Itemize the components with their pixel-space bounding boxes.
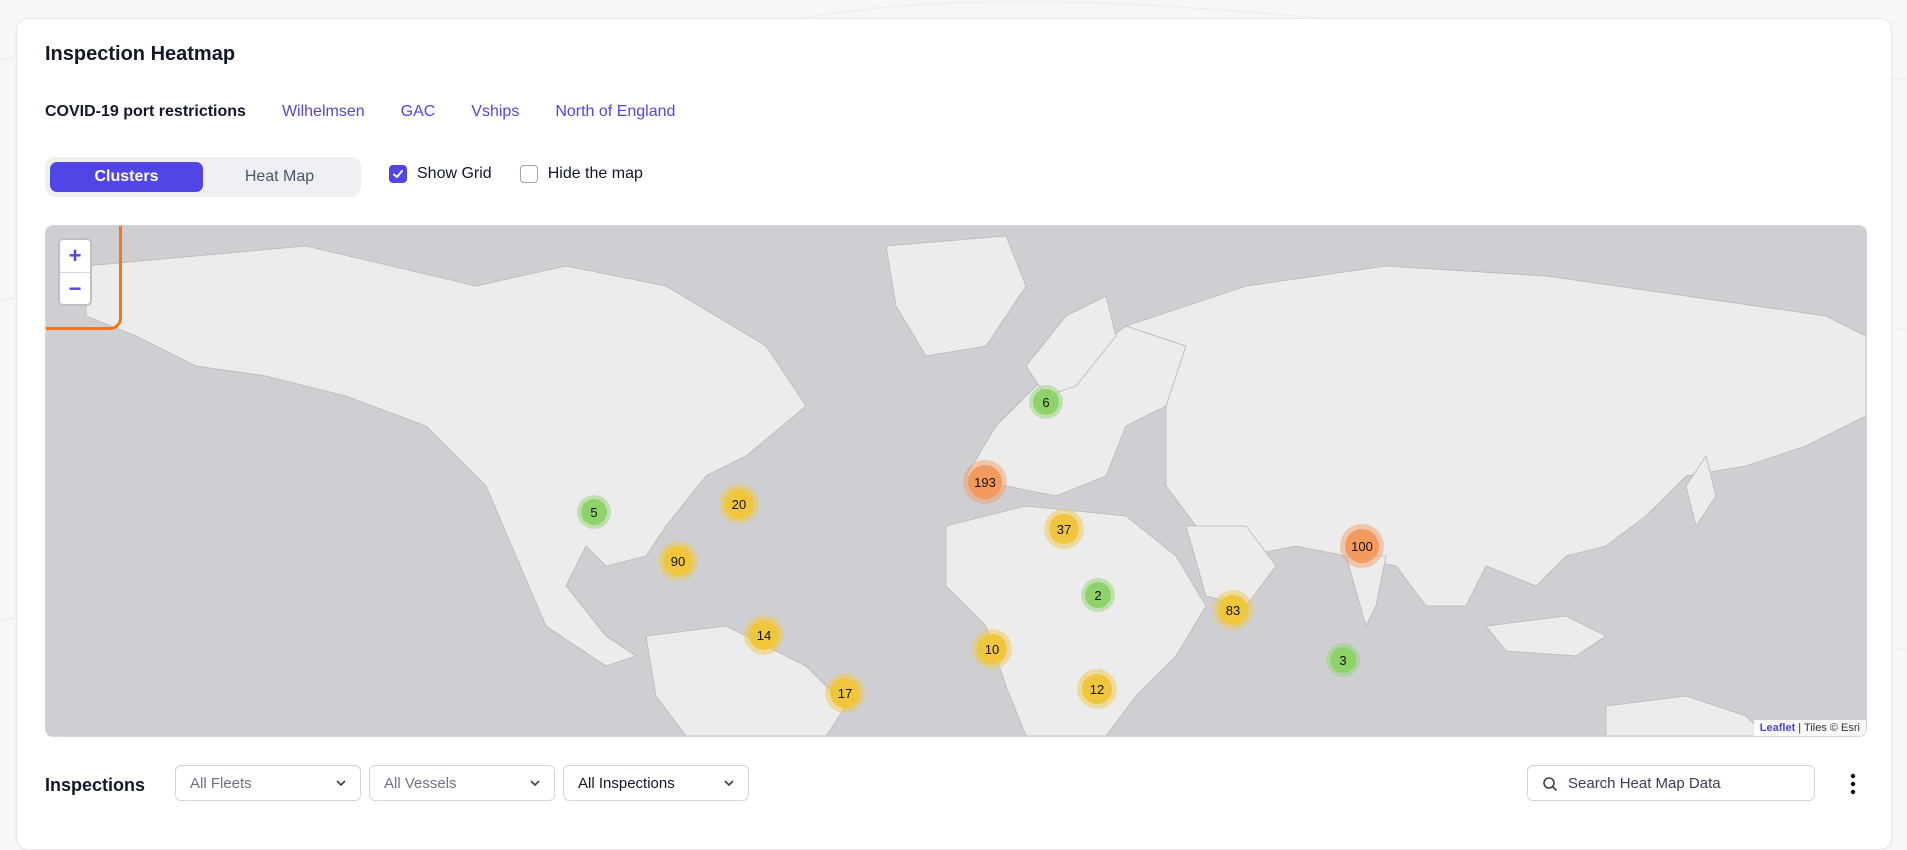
fleets-dropdown[interactable]: All Fleets	[175, 765, 361, 801]
map-cluster-marker[interactable]: 5	[577, 495, 611, 529]
more-options-icon[interactable]	[1849, 773, 1857, 795]
link-gac[interactable]: GAC	[401, 103, 436, 121]
chevron-down-icon	[530, 780, 540, 787]
map-cluster-marker[interactable]: 100	[1340, 524, 1384, 568]
cluster-count: 17	[830, 678, 860, 708]
map-cluster-marker[interactable]: 37	[1044, 509, 1084, 549]
hide-map-checkbox[interactable]: Hide the map	[519, 165, 643, 183]
world-map[interactable]: + − 6 193 5 20 90 37 100 2 83 14 10 3 12 17 Leaflet |…	[45, 225, 1867, 737]
cluster-count: 10	[977, 634, 1007, 664]
search-input[interactable]: Search Heat Map Data	[1527, 765, 1815, 801]
vessels-dropdown[interactable]: All Vessels	[369, 765, 555, 801]
heatmap-tab[interactable]: Heat Map	[203, 162, 356, 192]
map-cluster-marker[interactable]: 6	[1029, 385, 1063, 419]
map-cluster-marker[interactable]: 14	[744, 615, 784, 655]
inspections-type-dropdown[interactable]: All Inspections	[563, 765, 749, 801]
page-title: Inspection Heatmap	[45, 43, 236, 65]
leaflet-link[interactable]: Leaflet	[1760, 722, 1795, 734]
port-restrictions-label: COVID-19 port restrictions	[45, 103, 246, 120]
cluster-count: 193	[968, 465, 1002, 499]
chevron-down-icon	[724, 780, 734, 787]
show-grid-checkbox[interactable]: Show Grid	[389, 165, 492, 183]
world-map-tiles	[85, 235, 1866, 736]
port-restrictions-row: COVID-19 port restrictions Wilhelmsen GA…	[45, 103, 711, 121]
cluster-count: 83	[1218, 595, 1248, 625]
map-cluster-marker[interactable]: 3	[1326, 643, 1360, 677]
cluster-count: 100	[1345, 529, 1379, 563]
heatmap-card: Inspection Heatmap COVID-19 port restric…	[16, 18, 1892, 850]
show-grid-label: Show Grid	[417, 165, 492, 182]
map-cluster-marker[interactable]: 193	[963, 460, 1007, 504]
inspections-type-value: All Inspections	[578, 774, 675, 792]
cluster-count: 37	[1049, 514, 1079, 544]
zoom-control: + −	[58, 238, 92, 306]
cluster-count: 12	[1082, 674, 1112, 704]
inspections-label: Inspections	[45, 775, 146, 795]
vessels-dropdown-value: All Vessels	[384, 774, 457, 792]
cluster-count: 14	[749, 620, 779, 650]
link-north-of-england[interactable]: North of England	[555, 103, 675, 121]
cluster-count: 3	[1330, 647, 1356, 673]
cluster-count: 6	[1033, 389, 1059, 415]
fleets-dropdown-value: All Fleets	[190, 774, 252, 792]
link-vships[interactable]: Vships	[471, 103, 519, 121]
chevron-down-icon	[336, 780, 346, 787]
map-cluster-marker[interactable]: 83	[1213, 590, 1253, 630]
hide-map-label: Hide the map	[547, 165, 643, 182]
view-toggle: Clusters Heat Map	[45, 157, 361, 197]
map-cluster-marker[interactable]: 90	[658, 541, 698, 581]
map-attribution: Leaflet | Tiles © Esri	[1753, 720, 1866, 736]
map-cluster-marker[interactable]: 17	[825, 673, 865, 713]
search-icon	[1543, 777, 1558, 792]
cluster-count: 5	[581, 499, 607, 525]
zoom-in-button[interactable]: +	[60, 240, 90, 273]
search-placeholder: Search Heat Map Data	[1568, 774, 1721, 792]
map-cluster-marker[interactable]: 12	[1077, 669, 1117, 709]
map-cluster-marker[interactable]: 20	[719, 484, 759, 524]
checkmark-icon	[389, 165, 407, 183]
map-cluster-marker[interactable]: 2	[1081, 578, 1115, 612]
tiles-credit: | Tiles © Esri	[1795, 722, 1860, 734]
cluster-count: 90	[663, 546, 693, 576]
map-cluster-marker[interactable]: 10	[972, 629, 1012, 669]
clusters-tab[interactable]: Clusters	[50, 162, 203, 192]
cluster-count: 2	[1085, 582, 1111, 608]
inspections-filter-bar: Inspections All Fleets All Vessels All I…	[45, 765, 1865, 805]
map-options: Show Grid Hide the map	[389, 165, 671, 183]
unchecked-box-icon	[519, 165, 538, 183]
zoom-out-button[interactable]: −	[60, 273, 90, 305]
link-wilhelmsen[interactable]: Wilhelmsen	[282, 103, 365, 121]
cluster-count: 20	[724, 489, 754, 519]
